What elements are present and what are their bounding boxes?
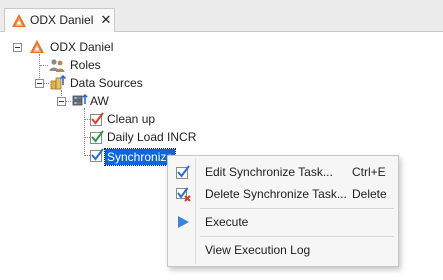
odx-server-icon bbox=[12, 14, 26, 27]
task-check-blue-icon bbox=[90, 148, 104, 162]
task-check-red-icon bbox=[90, 112, 104, 126]
tree-node-task-selected[interactable]: Synchronize bbox=[103, 148, 177, 166]
menu-item-label: Delete Synchronize Task... bbox=[205, 187, 347, 201]
menu-item-label: Edit Synchronize Task... bbox=[205, 165, 333, 179]
tree-node-task[interactable]: Clean up bbox=[105, 111, 157, 127]
edit-task-icon bbox=[176, 165, 190, 179]
tree-node-roles[interactable]: Roles bbox=[68, 57, 103, 73]
odx-server-icon bbox=[30, 40, 44, 53]
document-tab-strip: ODX Daniel ✕ bbox=[0, 0, 443, 32]
close-icon[interactable]: ✕ bbox=[100, 13, 112, 27]
menu-separator bbox=[200, 236, 394, 237]
expander-data-sources[interactable] bbox=[35, 79, 44, 88]
tree-node-task[interactable]: Daily Load INCR bbox=[105, 129, 198, 145]
menu-item-shortcut: Ctrl+E bbox=[352, 165, 386, 179]
context-menu: Edit Synchronize Task... Ctrl+E Delete S… bbox=[167, 155, 399, 267]
tab-title: ODX Daniel bbox=[30, 13, 94, 27]
menu-separator bbox=[200, 208, 394, 209]
menu-item-label: Execute bbox=[205, 215, 249, 229]
database-icon bbox=[72, 93, 88, 106]
tab-odx-daniel[interactable]: ODX Daniel ✕ bbox=[4, 8, 115, 32]
tree-node-odx-daniel[interactable]: ODX Daniel bbox=[48, 39, 115, 55]
expander-root[interactable] bbox=[13, 43, 22, 52]
menu-item-execute[interactable]: Execute bbox=[170, 210, 396, 234]
play-icon bbox=[178, 216, 189, 228]
task-check-green-icon bbox=[90, 130, 104, 144]
data-sources-icon bbox=[50, 75, 66, 90]
expander-aw[interactable] bbox=[57, 97, 66, 106]
menu-item-shortcut: Delete bbox=[352, 187, 387, 201]
users-icon bbox=[49, 59, 65, 72]
tree-node-data-sources[interactable]: Data Sources bbox=[68, 75, 145, 91]
delete-task-icon bbox=[176, 187, 191, 202]
tree-node-aw[interactable]: AW bbox=[88, 93, 111, 109]
menu-item-label: View Execution Log bbox=[205, 243, 311, 257]
menu-item-delete-task[interactable]: Delete Synchronize Task... Delete bbox=[170, 182, 396, 206]
menu-item-view-execution-log[interactable]: View Execution Log bbox=[170, 238, 396, 262]
menu-item-edit-task[interactable]: Edit Synchronize Task... Ctrl+E bbox=[170, 160, 396, 184]
